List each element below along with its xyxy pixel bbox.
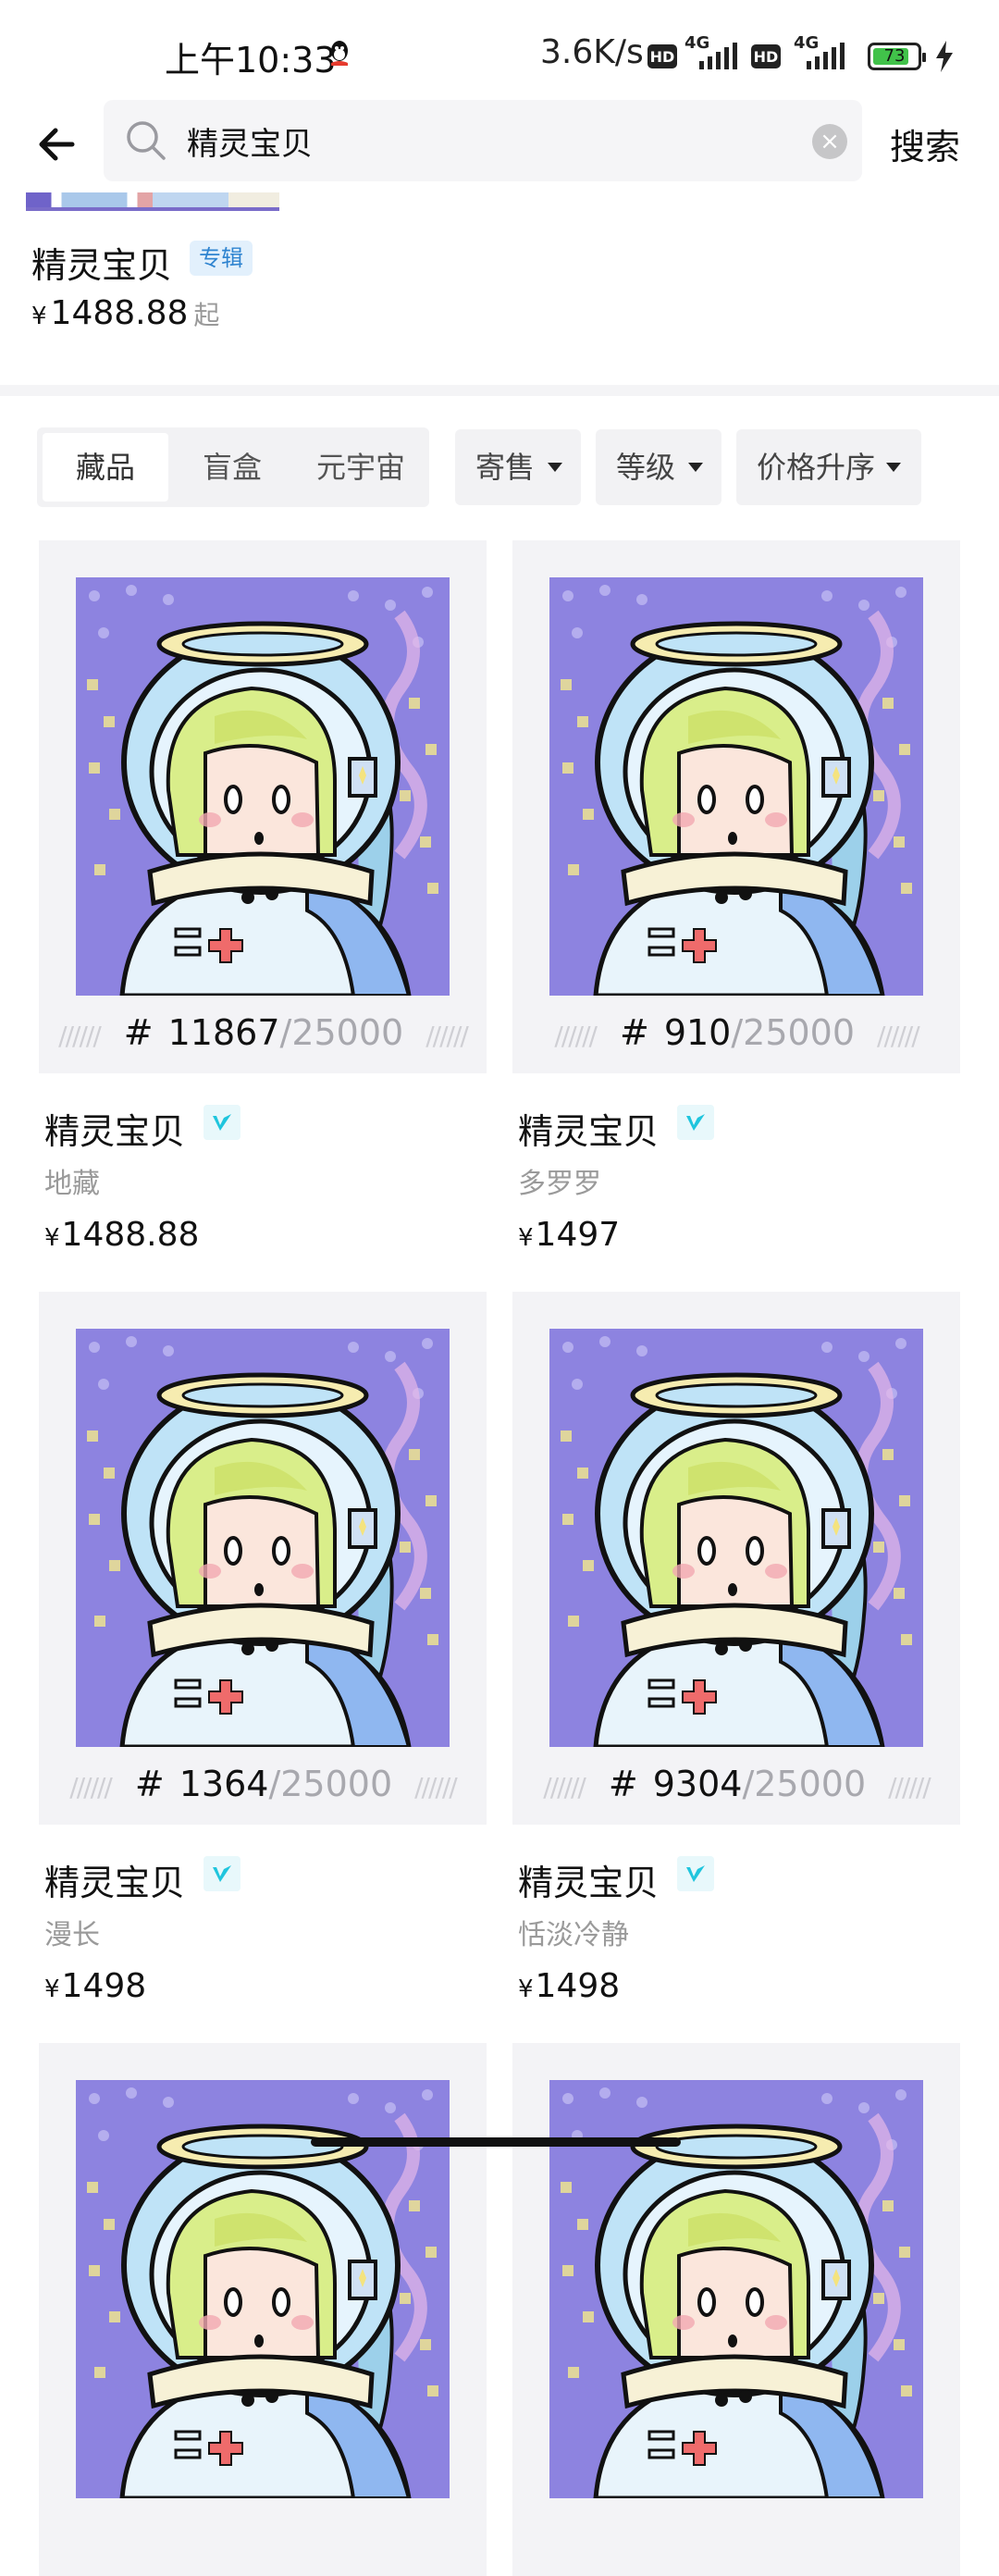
- owner-name: 恬淡冷静: [518, 1919, 629, 1951]
- home-indicator: [311, 2137, 681, 2147]
- network-speed: 3.6K/s: [540, 33, 644, 71]
- verified-badge-icon: [677, 1105, 714, 1140]
- hd-icon: HD: [648, 44, 677, 68]
- filter-level-dropdown[interactable]: 等级: [596, 429, 722, 505]
- category-tabs: 藏品 盲盒 元宇宙: [37, 427, 429, 507]
- tab-collections[interactable]: 藏品: [43, 433, 168, 502]
- verified-badge-icon: [677, 1856, 714, 1891]
- battery-level: 73: [883, 46, 906, 66]
- item-name: 精灵宝贝: [518, 1863, 660, 1903]
- search-icon: [127, 121, 166, 160]
- owner-name: 漫长: [44, 1919, 100, 1951]
- astronaut-girl-image: [549, 1329, 923, 1747]
- caret-down-icon: [688, 463, 703, 472]
- hd-icon: HD: [751, 44, 781, 68]
- battery-icon: 73: [868, 43, 926, 70]
- tab-blind-box[interactable]: 盲盒: [172, 433, 292, 502]
- serial-number: //////#9304/25000//////: [543, 1764, 931, 1804]
- verified-badge-icon: [204, 1856, 240, 1891]
- search-button[interactable]: 搜索: [890, 118, 960, 169]
- album-price: ¥1488.88 起: [31, 294, 220, 332]
- verified-badge-icon: [204, 1105, 240, 1140]
- item-price: ¥1498: [44, 1967, 147, 2005]
- album-title[interactable]: 精灵宝贝: [31, 237, 172, 288]
- serial-number: //////#11867/25000//////: [58, 1012, 469, 1053]
- filter-consignment-dropdown[interactable]: 寄售: [455, 429, 581, 505]
- album-tag-badge: 专辑: [190, 241, 253, 276]
- signal-icon: [807, 43, 845, 69]
- status-bar: 上午10:33 3.6K/s HD 4G HD 4G 73: [0, 0, 999, 102]
- search-header: × 搜索: [0, 100, 999, 192]
- caret-down-icon: [886, 463, 901, 472]
- item-name: 精灵宝贝: [44, 1111, 186, 1152]
- astronaut-girl-image: [549, 577, 923, 996]
- owner-name: 地藏: [44, 1168, 100, 1200]
- search-input[interactable]: [187, 115, 779, 167]
- charging-icon: [936, 41, 953, 72]
- item-price: ¥1497: [518, 1216, 621, 1254]
- signal-icon: [699, 43, 737, 69]
- item-price: ¥1488.88: [44, 1216, 200, 1254]
- caret-down-icon: [548, 463, 562, 472]
- item-name: 精灵宝贝: [44, 1863, 186, 1903]
- astronaut-girl-image: [76, 1329, 450, 1747]
- item-name: 精灵宝贝: [518, 1111, 660, 1152]
- status-time: 上午10:33: [165, 40, 337, 80]
- astronaut-girl-image: [76, 577, 450, 996]
- section-divider: [0, 385, 999, 396]
- album-cover[interactable]: [26, 192, 279, 211]
- serial-number: //////#1364/25000//////: [69, 1764, 457, 1804]
- tab-metaverse[interactable]: 元宇宙: [296, 433, 426, 502]
- filter-price-sort-dropdown[interactable]: 价格升序: [736, 429, 921, 505]
- clear-icon[interactable]: ×: [812, 124, 847, 159]
- back-arrow-icon[interactable]: [33, 118, 85, 170]
- item-price: ¥1498: [518, 1967, 621, 2005]
- search-box[interactable]: ×: [104, 100, 862, 181]
- owner-name: 多罗罗: [518, 1168, 601, 1200]
- serial-number: //////#910/25000//////: [554, 1012, 919, 1053]
- qq-icon: [331, 41, 348, 66]
